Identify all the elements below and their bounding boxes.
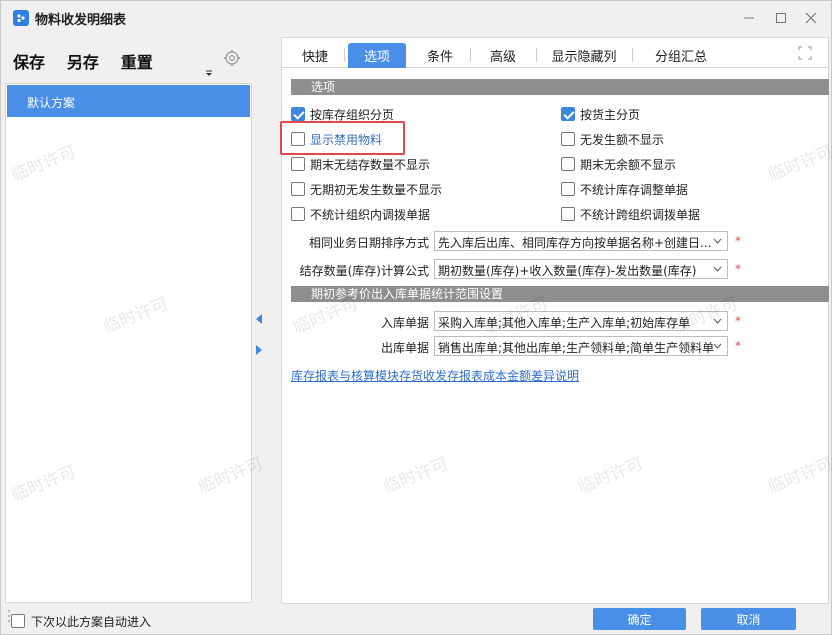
option-hide-no-ending-balance[interactable]: 期末无余额不显示 <box>561 156 676 172</box>
fullscreen-icon[interactable] <box>798 46 812 60</box>
required-mark: * <box>735 339 741 353</box>
sort-mode-select[interactable]: 先入库后出库、相同库存方向按单据名称+创建日... <box>434 231 728 251</box>
tab-divider <box>632 48 633 62</box>
collapse-left-icon[interactable] <box>255 314 263 324</box>
auto-enter-checkbox[interactable] <box>11 614 25 628</box>
option-hide-no-ending-qty[interactable]: 期末无结存数量不显示 <box>291 156 430 172</box>
range-section-header: 期初参考价出入库单据统计范围设置 <box>291 286 829 302</box>
expand-right-icon[interactable] <box>255 345 263 355</box>
required-mark: * <box>735 262 741 276</box>
hide-no-ending-qty-checkbox[interactable] <box>291 157 305 171</box>
option-label: 不统计跨组织调拨单据 <box>580 207 701 222</box>
sort-mode-label: 相同业务日期排序方式 <box>308 236 429 250</box>
options-section-header: 选项 <box>291 79 829 95</box>
hide-no-amount-checkbox[interactable] <box>561 132 575 146</box>
tab-options[interactable]: 选项 <box>348 43 406 68</box>
cost-difference-help-link[interactable]: 库存报表与核算模块存货收发存报表成本金额差异说明 <box>291 367 579 384</box>
scheme-actions: 保存 另存 重置 <box>13 49 171 72</box>
option-label: 期末无余额不显示 <box>580 157 677 172</box>
tab-group-summary[interactable]: 分组汇总 <box>640 43 722 68</box>
balance-formula-select[interactable]: 期初数量(库存)+收入数量(库存)-发出数量(库存) <box>434 259 728 279</box>
ok-button[interactable]: 确定 <box>593 608 686 630</box>
balance-formula-label: 结存数量(库存)计算公式 <box>299 264 429 278</box>
option-label: 不统计组织内调拨单据 <box>310 207 431 222</box>
exclude-cross-org-checkbox[interactable] <box>561 207 575 221</box>
inbound-docs-select[interactable]: 采购入库单;其他入库单;生产入库单;初始库存单 <box>434 311 728 331</box>
exclude-intra-org-checkbox[interactable] <box>291 207 305 221</box>
option-label: 无发生额不显示 <box>580 132 665 147</box>
outbound-docs-select[interactable]: 销售出库单;其他出库单;生产领料单;简单生产领料单 <box>434 336 728 356</box>
required-mark: * <box>735 314 741 328</box>
reset-button[interactable]: 重置 <box>121 53 153 72</box>
scheme-list: 默认方案 <box>5 83 252 603</box>
hide-no-ending-balance-checkbox[interactable] <box>561 157 575 171</box>
option-exclude-intra-org-transfer[interactable]: 不统计组织内调拨单据 <box>291 206 430 222</box>
tab-bar: 快捷 选项 条件 高级 显示隐藏列 分组汇总 <box>282 38 828 68</box>
tab-divider <box>344 48 345 62</box>
tab-advanced[interactable]: 高级 <box>478 43 528 68</box>
option-label: 不统计库存调整单据 <box>580 182 689 197</box>
save-as-button[interactable]: 另存 <box>67 53 99 72</box>
minimize-icon[interactable] <box>737 7 761 29</box>
app-icon <box>13 10 29 26</box>
paginate-by-owner-checkbox[interactable] <box>561 107 575 121</box>
close-icon[interactable] <box>799 7 823 29</box>
option-label: 按货主分页 <box>580 107 641 122</box>
option-hide-no-amount[interactable]: 无发生额不显示 <box>561 131 664 147</box>
inbound-docs-value: 采购入库单;其他入库单;生产入库单;初始库存单 <box>438 316 691 330</box>
window-title: 物料收发明细表 <box>35 13 127 28</box>
title-bar: 物料收发明细表 <box>1 1 831 35</box>
balance-formula-value: 期初数量(库存)+收入数量(库存)-发出数量(库存) <box>438 264 697 278</box>
option-exclude-stock-adjustment[interactable]: 不统计库存调整单据 <box>561 181 688 197</box>
auto-enter-label: 下次以此方案自动进入 <box>31 614 152 629</box>
sort-mode-value: 先入库后出库、相同库存方向按单据名称+创建日... <box>438 236 712 250</box>
auto-enter-option[interactable]: 下次以此方案自动进入 <box>11 613 151 629</box>
outbound-docs-value: 销售出库单;其他出库单;生产领料单;简单生产领料单 <box>438 341 715 355</box>
outbound-docs-label: 出库单据 <box>380 341 429 355</box>
cancel-button[interactable]: 取消 <box>701 608 796 630</box>
chevron-down-icon <box>713 238 722 244</box>
chevron-down-icon <box>713 343 722 349</box>
chevron-down-icon <box>713 266 722 272</box>
tab-conditions[interactable]: 条件 <box>415 43 465 68</box>
tab-divider <box>536 48 537 62</box>
option-label: 按库存组织分页 <box>310 107 395 122</box>
option-label: 期末无结存数量不显示 <box>310 157 431 172</box>
maximize-icon[interactable] <box>769 7 793 29</box>
scheme-item-default[interactable]: 默认方案 <box>7 85 250 117</box>
option-exclude-cross-org-transfer[interactable]: 不统计跨组织调拨单据 <box>561 206 700 222</box>
chevron-down-icon <box>713 318 722 324</box>
hide-no-opening-checkbox[interactable] <box>291 182 305 196</box>
tab-show-hide-columns[interactable]: 显示隐藏列 <box>544 43 624 68</box>
required-mark: * <box>735 234 741 248</box>
report-window: 物料收发明细表 保存 另存 重置 默认方案 下次以此方案自动进入 快捷 选项 条… <box>0 0 832 635</box>
highlight-annotation-box <box>280 121 405 155</box>
gear-icon[interactable] <box>223 49 241 67</box>
option-paginate-by-owner[interactable]: 按货主分页 <box>561 106 640 122</box>
exclude-stock-adjustment-checkbox[interactable] <box>561 182 575 196</box>
option-hide-no-opening-no-activity[interactable]: 无期初无发生数量不显示 <box>291 181 442 197</box>
tab-divider <box>470 48 471 62</box>
tab-shortcut[interactable]: 快捷 <box>292 43 338 68</box>
option-label: 无期初无发生数量不显示 <box>310 182 443 197</box>
inbound-docs-label: 入库单据 <box>380 316 429 330</box>
paginate-by-org-checkbox[interactable] <box>291 107 305 121</box>
option-paginate-by-org[interactable]: 按库存组织分页 <box>291 106 394 122</box>
reset-dropdown-icon[interactable] <box>204 68 214 78</box>
save-button[interactable]: 保存 <box>13 53 45 72</box>
